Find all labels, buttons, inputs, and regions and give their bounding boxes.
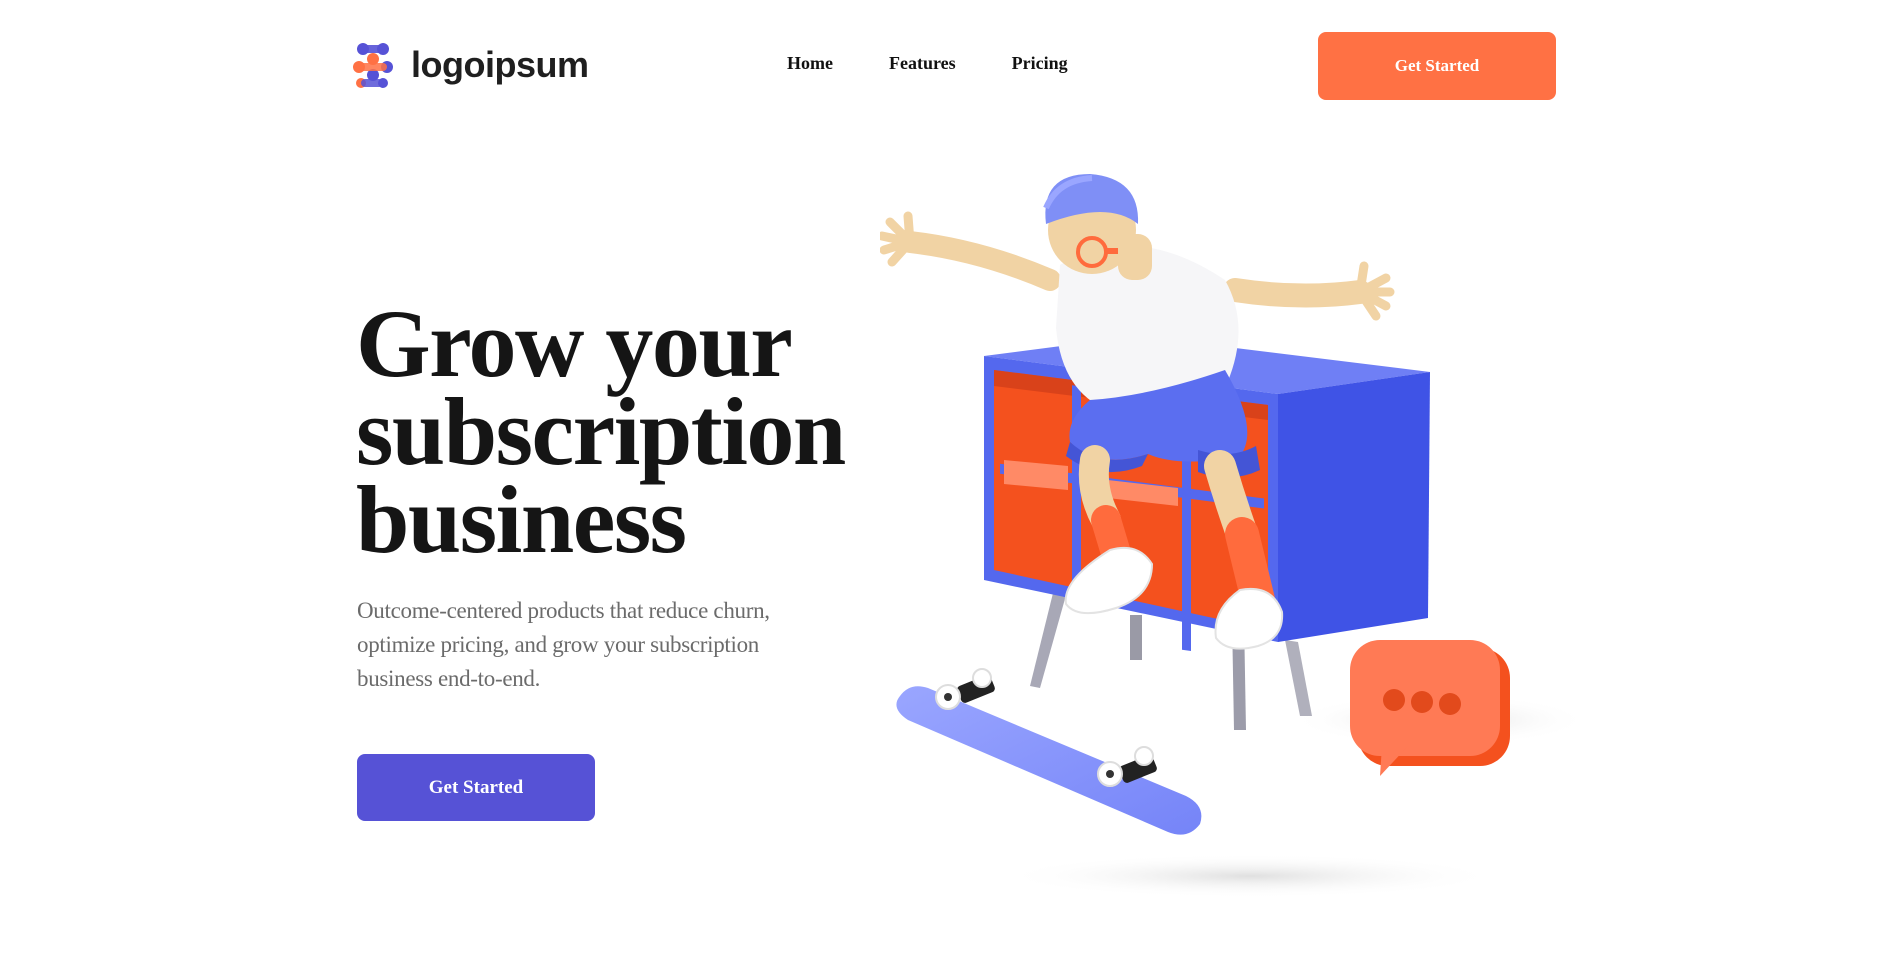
- nav-home[interactable]: Home: [787, 53, 833, 74]
- hero-title: Grow your subscription business: [356, 290, 846, 573]
- skateboard-icon: [896, 668, 1202, 835]
- chat-bubble-icon: [1350, 640, 1510, 776]
- hero-get-started-button[interactable]: Get Started: [357, 754, 595, 821]
- hero-subtitle: Outcome-centered products that reduce ch…: [357, 598, 770, 691]
- header-get-started-button[interactable]: Get Started: [1318, 32, 1556, 100]
- brand-logo[interactable]: logoipsum: [349, 41, 589, 89]
- nav-features[interactable]: Features: [889, 53, 956, 74]
- main-nav: Home Features Pricing: [787, 53, 1068, 74]
- site-header: logoipsum Home Features Pricing Get Star…: [0, 0, 1899, 130]
- logo-mark-icon: [353, 43, 393, 88]
- floor-shadow: [1000, 854, 1500, 898]
- brand-name: logoipsum: [411, 44, 589, 85]
- hero-illustration-skater: [880, 174, 1590, 898]
- nav-pricing[interactable]: Pricing: [1012, 53, 1068, 74]
